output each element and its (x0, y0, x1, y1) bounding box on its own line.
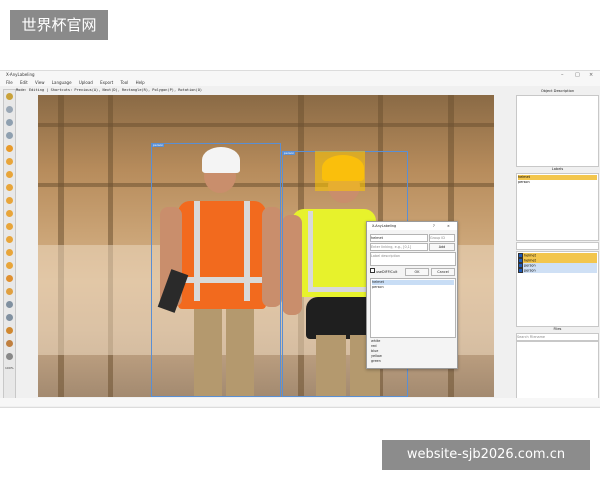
save-icon[interactable] (6, 145, 13, 152)
duplicate-icon[interactable] (6, 262, 13, 269)
circle-icon[interactable] (6, 197, 13, 204)
watermark-top-left: 世界杯官网 (10, 10, 108, 40)
fit-window-icon[interactable] (6, 327, 13, 334)
label-filter-combo[interactable] (516, 242, 599, 250)
ok-button[interactable]: OK (405, 268, 429, 276)
mode-shortcuts-bar: Mode: Editing | Shortcuts: Previous(A), … (16, 88, 203, 92)
difficult-checkbox[interactable]: useDIFFICult (370, 268, 397, 274)
prev-image-icon[interactable] (6, 132, 13, 139)
scaffold-beam (38, 123, 494, 127)
zoom-level: 100% (5, 366, 14, 370)
menu-upload[interactable]: Upload (79, 80, 93, 85)
edit-icon[interactable] (6, 249, 13, 256)
files-panel[interactable] (516, 341, 599, 399)
files-title: Files (553, 327, 562, 331)
linestrip-icon[interactable] (6, 236, 13, 243)
bbox-label: person (283, 151, 296, 155)
dialog-title: X-AnyLabeling (372, 224, 397, 228)
menu-tool[interactable]: Tool (121, 80, 129, 85)
labels-panel[interactable]: helmet person (516, 173, 599, 241)
zoom-out-icon[interactable] (6, 314, 13, 321)
shape-checkbox[interactable] (518, 268, 523, 273)
object-description-title: Object Description (540, 89, 575, 93)
linking-input[interactable]: Enter linking, e.g., [0,1] (370, 243, 428, 251)
undo-icon[interactable] (6, 288, 13, 295)
labels-list-item[interactable]: person (518, 180, 597, 185)
left-toolbar: 100% (3, 89, 16, 399)
object-description-panel[interactable] (516, 95, 599, 167)
status-bar (0, 398, 600, 406)
dialog-title-bar: X-AnyLabeling ? × (367, 222, 457, 230)
menu-export[interactable]: Export (100, 80, 113, 85)
label-dialog: X-AnyLabeling ? × helmet Group ID Enter … (366, 221, 458, 369)
menu-bar: File Edit View Language Upload Export To… (0, 79, 600, 86)
description-input[interactable]: Label description (370, 252, 456, 266)
bbox-label: person (152, 143, 165, 147)
helmet-box[interactable] (315, 151, 365, 191)
label-input[interactable]: helmet (370, 234, 428, 242)
shapes-panel[interactable]: helmet helmet person person (516, 251, 599, 327)
watermark-bottom-right: website-sjb2026.com.cn (382, 440, 590, 470)
dialog-close-button[interactable]: × (447, 222, 450, 230)
point-icon[interactable] (6, 223, 13, 230)
rotation-icon[interactable] (6, 184, 13, 191)
search-filename-input[interactable]: Search Filename (516, 333, 599, 341)
next-image-icon[interactable] (6, 119, 13, 126)
attribute-list: white red blue yellow green (370, 339, 454, 366)
menu-file[interactable]: File (6, 80, 13, 85)
label-list[interactable]: helmet person (370, 278, 456, 338)
polygon-icon[interactable] (6, 158, 13, 165)
shape-list-item[interactable]: person (518, 268, 597, 273)
title-bar: X-AnyLabeling – □ × (0, 71, 600, 79)
minimize-button[interactable]: – (561, 71, 564, 79)
ai-icon[interactable] (6, 353, 13, 360)
dialog-help-button[interactable]: ? (433, 222, 435, 230)
maximize-button[interactable]: □ (575, 71, 580, 79)
add-button[interactable]: Add (429, 243, 455, 251)
open-icon[interactable] (6, 93, 13, 100)
label-list-item[interactable]: person (372, 285, 454, 290)
menu-view[interactable]: View (35, 80, 45, 85)
window-title: X-AnyLabeling (6, 72, 35, 77)
menu-edit[interactable]: Edit (20, 80, 28, 85)
cancel-button[interactable]: Cancel (431, 268, 455, 276)
menu-language[interactable]: Language (52, 80, 72, 85)
delete-icon[interactable] (6, 275, 13, 282)
attribute-radio[interactable]: green (371, 359, 381, 364)
person-1-box[interactable]: person (151, 143, 281, 397)
brightness-icon[interactable] (6, 340, 13, 347)
rectangle-icon[interactable] (6, 171, 13, 178)
line-icon[interactable] (6, 210, 13, 217)
app-window: X-AnyLabeling – □ × File Edit View Langu… (0, 70, 600, 408)
group-id-input[interactable]: Group ID (429, 234, 455, 242)
open-dir-icon[interactable] (6, 106, 13, 113)
close-button[interactable]: × (589, 71, 593, 79)
labels-title: Labels (551, 167, 564, 171)
difficult-label: useDIFFICult (376, 270, 398, 274)
menu-help[interactable]: Help (136, 80, 145, 85)
zoom-in-icon[interactable] (6, 301, 13, 308)
